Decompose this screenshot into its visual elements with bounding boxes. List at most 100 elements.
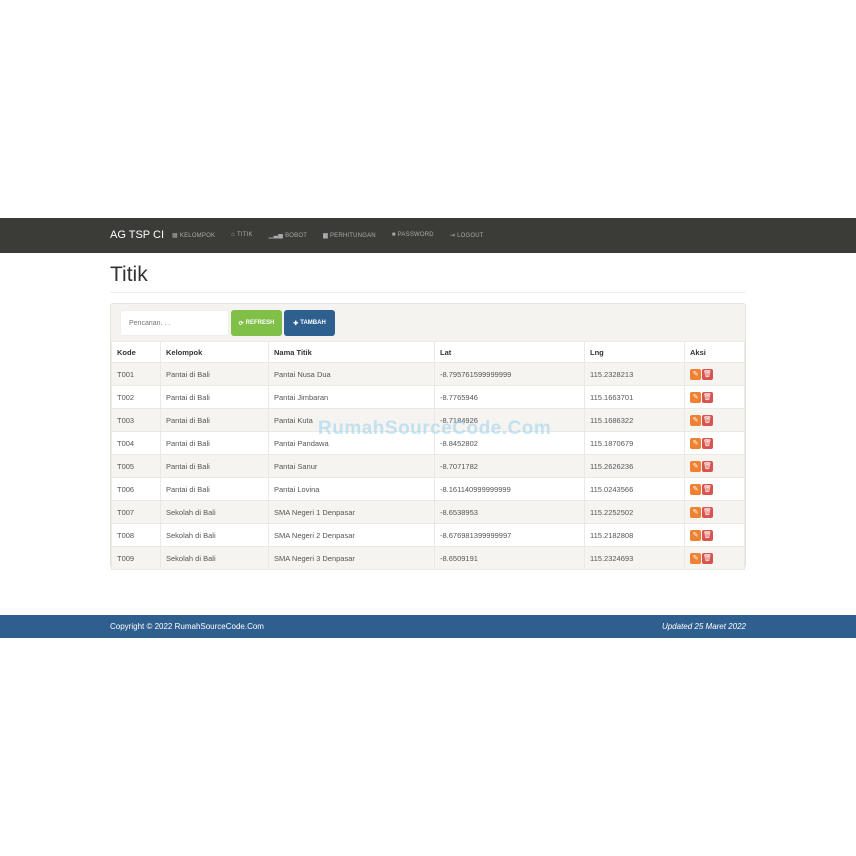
column-header: Nama Titik [268, 341, 435, 363]
table-cell: -8.161140999999999 [434, 477, 585, 501]
table-cell: T005 [111, 454, 161, 478]
page-title: Titik [110, 263, 148, 286]
trash-icon[interactable]: 🗑 [702, 368, 713, 380]
trash-icon[interactable]: 🗑 [702, 437, 713, 449]
edit-icon[interactable]: ✎ [690, 506, 701, 518]
table-row: T003 Pantai di Bali Pantai Kuta -8.7184926 1… [111, 408, 745, 432]
table-cell: Sekolah di Bali [160, 523, 269, 547]
table-cell: T003 [111, 408, 161, 432]
nav-item-kelompok[interactable]: ▦ KELOMPOK [172, 232, 215, 239]
plus-icon: ✚ [293, 320, 299, 327]
trash-icon[interactable]: 🗑 [702, 460, 713, 472]
table-row: T002 Pantai di Bali Pantai Jimbaran -8.7765… [111, 385, 745, 409]
table-cell: T004 [111, 431, 161, 455]
trash-icon[interactable]: 🗑 [702, 506, 713, 518]
edit-icon[interactable]: ✎ [690, 368, 701, 380]
table-cell: SMA Negeri 3 Denpasar [268, 546, 435, 570]
tambah-label: TAMBAH [300, 320, 326, 326]
table-cell: 115.0243566 [584, 477, 685, 501]
nav-label: TITIK [236, 232, 253, 238]
nav-label: BOBOT [285, 233, 308, 239]
divider [110, 292, 746, 293]
column-header: Lng [584, 341, 685, 363]
edit-icon[interactable]: ✎ [690, 437, 701, 449]
table-cell: SMA Negeri 2 Denpasar [268, 523, 435, 547]
nav-label: PASSWORD [397, 232, 434, 238]
column-header: Aksi [684, 341, 745, 363]
nav-item-password[interactable]: ■ PASSWORD [392, 232, 434, 239]
table-cell: T007 [111, 500, 161, 524]
action-cell: ✎ 🗑 [684, 523, 745, 547]
table-cell: -8.7071782 [434, 454, 585, 478]
table-cell: -8.795761599999999 [434, 362, 585, 386]
edit-icon[interactable]: ✎ [690, 552, 701, 564]
table-cell: T001 [111, 362, 161, 386]
nav-item-bobot[interactable]: ▁▃▅ BOBOT [269, 232, 307, 239]
table-row: T004 Pantai di Bali Pantai Pandawa -8.84528… [111, 431, 745, 455]
table-cell: T006 [111, 477, 161, 501]
edit-icon[interactable]: ✎ [690, 529, 701, 541]
bar-chart-icon: ▆ [323, 233, 328, 239]
table-row: T007 Sekolah di Bali SMA Negeri 1 Denpasar… [111, 500, 745, 524]
table-row: T009 Sekolah di Bali SMA Negeri 3 Denpasar… [111, 546, 745, 570]
tambah-button[interactable]: ✚ TAMBAH [284, 310, 335, 336]
action-cell: ✎ 🗑 [684, 362, 745, 386]
table-cell: -8.6509191 [434, 546, 585, 570]
table-cell: Pantai di Bali [160, 385, 269, 409]
trash-icon[interactable]: 🗑 [702, 552, 713, 564]
table-cell: T008 [111, 523, 161, 547]
trash-icon[interactable]: 🗑 [702, 391, 713, 403]
edit-icon[interactable]: ✎ [690, 391, 701, 403]
brand[interactable]: AG TSP CI [110, 229, 164, 241]
nav-item-titik[interactable]: ⌂ TITIK [231, 232, 253, 239]
column-header: Kode [111, 341, 161, 363]
table-row: T006 Pantai di Bali Pantai Lovina -8.161140… [111, 477, 745, 501]
table-cell: 115.2328213 [584, 362, 685, 386]
trash-icon[interactable]: 🗑 [702, 483, 713, 495]
trash-icon[interactable]: 🗑 [702, 529, 713, 541]
table-cell: Pantai di Bali [160, 408, 269, 432]
table-cell: Pantai Nusa Dua [268, 362, 435, 386]
refresh-icon: ⟳ [238, 320, 244, 327]
table-cell: Pantai di Bali [160, 477, 269, 501]
table-cell: -8.8452802 [434, 431, 585, 455]
titik-panel: ⟳REFRESH ✚TAMBAH KodeKelompokNama TitikL… [110, 303, 746, 570]
table-cell: Pantai di Bali [160, 362, 269, 386]
action-cell: ✎ 🗑 [684, 454, 745, 478]
titik-table: Kode Kelompok Nama Titik Lat Lng Aksi T001 Pan… [111, 341, 745, 570]
table-cell: 115.1686322 [584, 408, 685, 432]
nav-item-perhitungan[interactable]: ▆ PERHITUNGAN [323, 232, 376, 239]
table-cell: -8.676981399999997 [434, 523, 585, 547]
trash-icon[interactable]: 🗑 [702, 414, 713, 426]
action-cell: ✎ 🗑 [684, 500, 745, 524]
table-cell: Pantai Sanur [268, 454, 435, 478]
table-cell: Pantai Pandawa [268, 431, 435, 455]
table-cell: SMA Negeri 1 Denpasar [268, 500, 435, 524]
table-row: T005 Pantai di Bali Pantai Sanur -8.7071782… [111, 454, 745, 478]
table-cell: Pantai Kuta [268, 408, 435, 432]
table-row: T008 Sekolah di Bali SMA Negeri 2 Denpasar… [111, 523, 745, 547]
nav-label: LOGOUT [457, 233, 484, 239]
nav-label: KELOMPOK [179, 233, 216, 239]
table-cell: Pantai Jimbaran [268, 385, 435, 409]
refresh-button[interactable]: ⟳ REFRESH [231, 310, 282, 336]
footer: Copyright © 2022 RumahSourceCode.Com Upd… [0, 615, 856, 638]
table-cell: Pantai di Bali [160, 431, 269, 455]
refresh-label: REFRESH [245, 320, 275, 326]
edit-icon[interactable]: ✎ [690, 483, 701, 495]
lock-icon: ■ [391, 232, 396, 238]
table-cell: -8.7765946 [434, 385, 585, 409]
table-cell: T009 [111, 546, 161, 570]
table-cell: 115.2626236 [584, 454, 685, 478]
search-input[interactable] [120, 310, 229, 336]
table-cell: Pantai di Bali [160, 454, 269, 478]
table-cell: Pantai Lovina [268, 477, 435, 501]
edit-icon[interactable]: ✎ [690, 414, 701, 426]
nav-label: PERHITUNGAN [329, 233, 376, 239]
edit-icon[interactable]: ✎ [690, 460, 701, 472]
table-cell: Sekolah di Bali [160, 500, 269, 524]
nav-menu: ▦ KELOMPOK ⌂ TITIK ▁▃▅ BOBOT ▆ PERHITUNGAN ■ PASS… [172, 232, 484, 239]
nav-item-logout[interactable]: ⇥ LOGOUT [450, 232, 484, 239]
table-header-row: Kode Kelompok Nama Titik Lat Lng Aksi [111, 341, 745, 363]
column-header: Kelompok [160, 341, 269, 363]
